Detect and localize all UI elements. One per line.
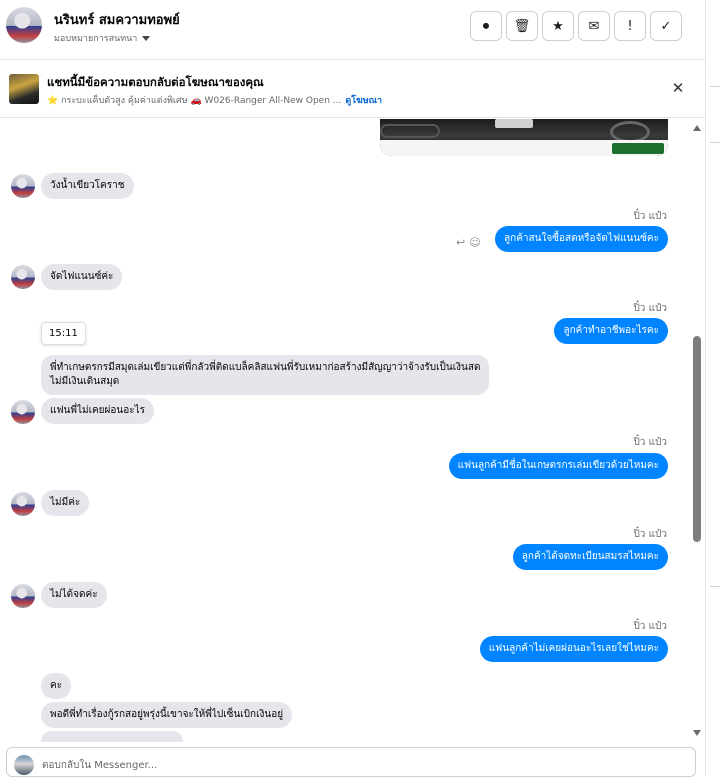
- star-icon: ★: [552, 18, 564, 34]
- outgoing-message[interactable]: ลูกค้าสนใจซื้อสดหรือจัดไฟแนนซ์คะ: [495, 226, 668, 252]
- incoming-message[interactable]: พอดีพี่ทำเรื่องกู้รกสอยู่พรุ่งนี้เขาจะให…: [41, 702, 293, 728]
- mark-spam-button[interactable]: ⏺: [470, 11, 502, 41]
- panel-divider: [710, 86, 720, 87]
- incoming-message[interactable]: จัดไฟแนนซ์ค่ะ: [41, 264, 123, 290]
- trash-icon: 🗑: [513, 18, 531, 34]
- car-grill: [495, 119, 533, 128]
- caret-down-icon: [142, 35, 151, 41]
- sender-name: ปิ๋ว แป๋ว: [633, 437, 667, 448]
- incoming-message-partial[interactable]: [41, 731, 183, 742]
- react-emoji-icon[interactable]: ☺: [469, 236, 480, 249]
- sender-name: ปิ๋ว แป๋ว: [633, 621, 667, 632]
- panel-divider: [710, 586, 720, 587]
- dealer-logo: [612, 143, 664, 154]
- incoming-message[interactable]: แฟนพี่ไม่เคยผ่อนอะไร: [41, 398, 155, 424]
- alert-circle-icon: ⏺: [482, 18, 490, 34]
- outgoing-message[interactable]: แฟนลูกค้าไม่เคยผ่อนอะไรเลยใช่ไหมคะ: [479, 636, 668, 662]
- mark-unread-button[interactable]: ✉: [578, 11, 610, 41]
- outgoing-message[interactable]: แฟนลูกค้ามีชื่อในเกษตรกรเล่มเขียวด้วยไหม…: [448, 453, 668, 479]
- scroll-up-arrow-icon[interactable]: [693, 125, 701, 131]
- message-timestamp: 15:11: [41, 322, 86, 345]
- ad-banner-title: แชทนี้มีข้อความตอบกลับต่อโฆษณาของคุณ: [47, 75, 264, 89]
- contact-name[interactable]: นรินทร์ สมความทอพย์: [54, 9, 180, 30]
- reply-input[interactable]: [42, 757, 642, 773]
- message-thread: วังน้ำเขียวโคราช ปิ๋ว แป๋ว ↩ ☺ ลูกค้าสนใ…: [0, 119, 705, 742]
- delete-button[interactable]: 🗑: [506, 11, 538, 41]
- ad-reply-banner: แชทนี้มีข้อความตอบกลับต่อโฆษณาของคุณ ⭐ ก…: [0, 60, 705, 118]
- right-panel-edge: [705, 0, 720, 776]
- incoming-message[interactable]: คะ: [41, 673, 72, 699]
- car-headlight-left: [380, 124, 440, 138]
- mark-done-button[interactable]: ✓: [650, 11, 682, 41]
- reply-icon[interactable]: ↩: [456, 236, 465, 249]
- incoming-message[interactable]: วังน้ำเขียวโคราช: [41, 173, 134, 199]
- panel-divider: [710, 142, 720, 143]
- ad-description: ⭐ กระบะแค็บตัวสูง คุ้มค่าแต่งพิเศษ 🚗 W02…: [47, 96, 342, 106]
- messenger-inbox: นรินทร์ สมความทอพย์ มอบหมายการสนทนา ⏺ 🗑 …: [0, 0, 705, 777]
- page-avatar: [14, 755, 34, 775]
- sender-avatar[interactable]: [11, 265, 35, 289]
- sender-avatar[interactable]: [11, 400, 35, 424]
- outgoing-message[interactable]: ลูกค้าทำอาชีพอะไรคะ: [554, 318, 668, 344]
- sender-avatar[interactable]: [11, 174, 35, 198]
- mail-icon: ✉: [588, 18, 600, 34]
- message-line: ไม่มีเงินเดินสมุด: [50, 376, 120, 387]
- ad-thumbnail: [9, 74, 39, 104]
- sender-avatar[interactable]: [11, 584, 35, 608]
- star-button[interactable]: ★: [542, 11, 574, 41]
- scroll-down-arrow-icon[interactable]: [693, 730, 701, 736]
- incoming-message[interactable]: ไม่มีค่ะ: [41, 490, 90, 516]
- scroll-thumb[interactable]: [693, 336, 701, 542]
- conversation-header: นรินทร์ สมความทอพย์ มอบหมายการสนทนา ⏺ 🗑 …: [0, 0, 705, 60]
- sender-name: ปิ๋ว แป๋ว: [633, 303, 667, 314]
- sender-name: ปิ๋ว แป๋ว: [633, 211, 667, 222]
- message-composer: [0, 742, 705, 777]
- follow-up-button[interactable]: !: [614, 11, 646, 41]
- contact-avatar[interactable]: [6, 7, 42, 43]
- assign-conversation-dropdown[interactable]: มอบหมายการสนทนา: [54, 31, 151, 45]
- sender-name: ปิ๋ว แป๋ว: [633, 529, 667, 540]
- outgoing-message[interactable]: ลูกค้าได้จดทะเบียนสมรสไหมคะ: [512, 544, 668, 570]
- incoming-message[interactable]: พี่ทำเกษตรกรมีสมุดเล่มเขียวแต่พี่กลัวพี่…: [41, 355, 490, 395]
- incoming-message[interactable]: ไม่ได้จดค่ะ: [41, 582, 107, 608]
- message-line: พี่ทำเกษตรกรมีสมุดเล่มเขียวแต่พี่กลัวพี่…: [50, 362, 481, 373]
- exclamation-icon: !: [627, 18, 633, 34]
- message-actions: ↩ ☺: [456, 236, 481, 249]
- sender-avatar[interactable]: [11, 492, 35, 516]
- check-icon: ✓: [660, 18, 672, 34]
- thread-scrollbar[interactable]: [688, 119, 705, 742]
- close-banner-icon[interactable]: ✕: [670, 80, 686, 96]
- ad-car-image[interactable]: [380, 119, 668, 156]
- view-ad-link[interactable]: ดูโฆษณา: [345, 93, 382, 107]
- ad-banner-subtitle: ⭐ กระบะแค็บตัวสูง คุ้มค่าแต่งพิเศษ 🚗 W02…: [47, 93, 382, 107]
- assign-label: มอบหมายการสนทนา: [54, 34, 138, 44]
